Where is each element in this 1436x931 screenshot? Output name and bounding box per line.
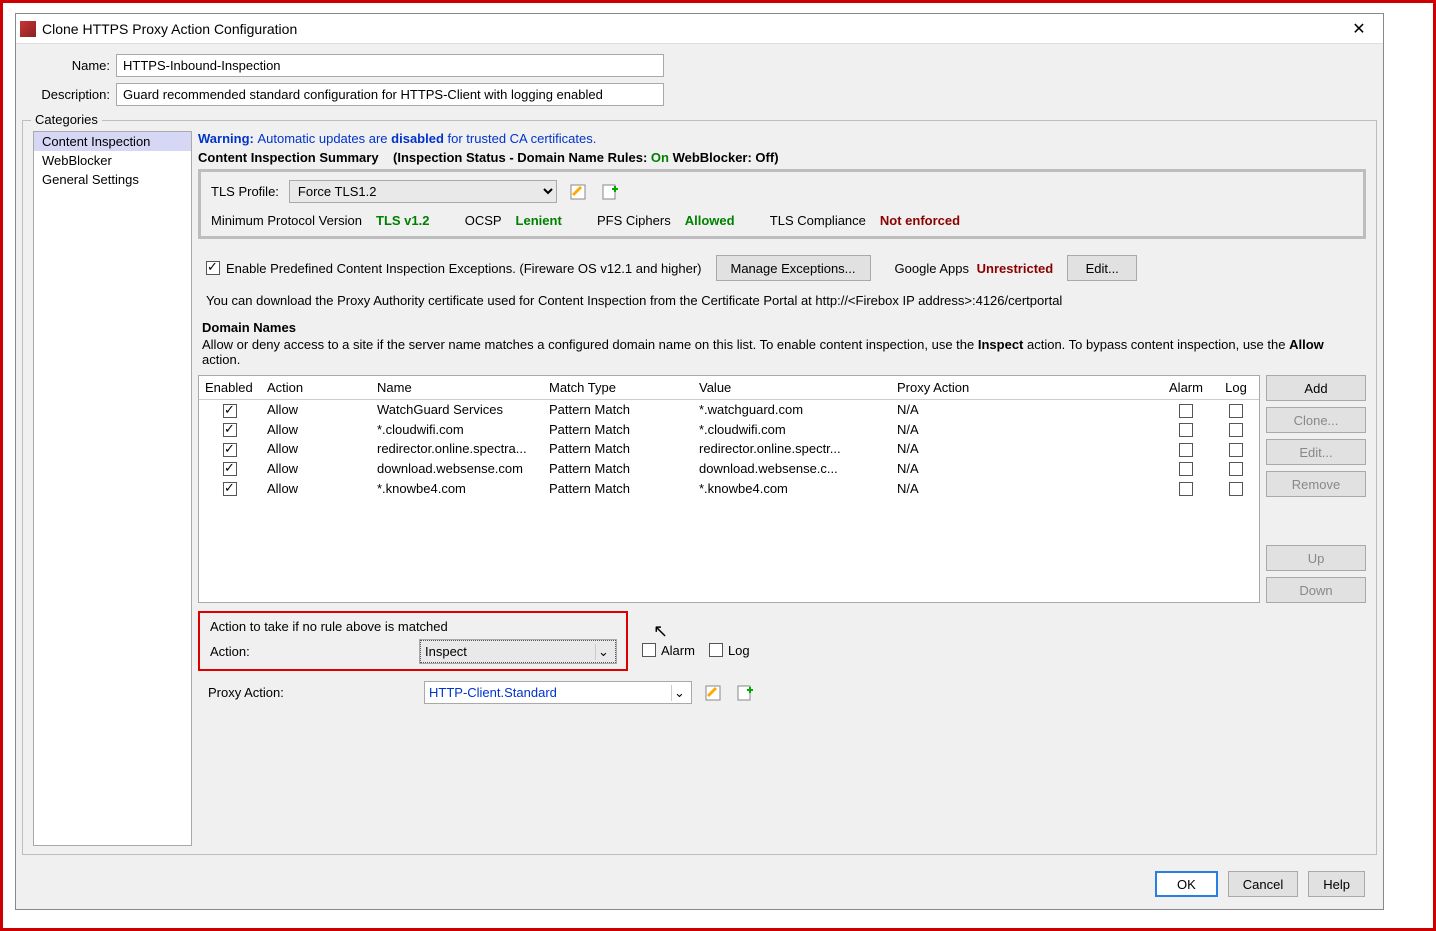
edit-google-button[interactable]: Edit...	[1067, 255, 1137, 281]
help-button[interactable]: Help	[1308, 871, 1365, 897]
categories-legend: Categories	[31, 112, 102, 127]
categories-list[interactable]: Content InspectionWebBlockerGeneral Sett…	[33, 131, 192, 846]
category-item[interactable]: General Settings	[34, 170, 191, 189]
checkbox-icon	[709, 643, 723, 657]
remove-button[interactable]: Remove	[1266, 471, 1366, 497]
checkbox-icon[interactable]	[1229, 404, 1243, 418]
tls-profile-select[interactable]: Force TLS1.2	[289, 180, 557, 203]
tls-profile-label: TLS Profile:	[211, 184, 279, 199]
col-proxy[interactable]: Proxy Action	[891, 376, 1159, 400]
down-button[interactable]: Down	[1266, 577, 1366, 603]
default-action-box: Action to take if no rule above is match…	[198, 611, 628, 671]
dialog-window: Clone HTTPS Proxy Action Configuration ✕…	[15, 13, 1384, 910]
checkbox-icon[interactable]	[223, 462, 237, 476]
add-icon[interactable]	[734, 682, 756, 704]
proxy-action-select[interactable]: HTTP-Client.Standard ⌄	[424, 681, 692, 704]
min-proto-label: Minimum Protocol Version	[211, 213, 362, 228]
col-log[interactable]: Log	[1213, 376, 1259, 400]
checkbox-icon[interactable]	[1179, 482, 1193, 496]
table-row[interactable]: Allow*.knowbe4.comPattern Match*.knowbe4…	[199, 478, 1259, 498]
checkbox-icon[interactable]	[223, 423, 237, 437]
google-apps-label: Google Apps	[895, 261, 969, 276]
titlebar: Clone HTTPS Proxy Action Configuration ✕	[16, 14, 1383, 44]
edit-button[interactable]: Edit...	[1266, 439, 1366, 465]
default-action-heading: Action to take if no rule above is match…	[210, 619, 616, 634]
checkbox-icon[interactable]	[1179, 423, 1193, 437]
checkbox-icon[interactable]	[1179, 443, 1193, 457]
table-row[interactable]: Allowredirector.online.spectra...Pattern…	[199, 439, 1259, 459]
default-action-select[interactable]: Inspect ⌄	[420, 640, 616, 663]
table-row[interactable]: Allow*.cloudwifi.comPattern Match*.cloud…	[199, 420, 1259, 440]
exceptions-row: Enable Predefined Content Inspection Exc…	[206, 255, 1366, 281]
pfs-value: Allowed	[685, 213, 735, 228]
checkbox-icon	[642, 643, 656, 657]
pfs-label: PFS Ciphers	[597, 213, 671, 228]
min-proto-value: TLS v1.2	[376, 213, 429, 228]
summary-line: Content Inspection Summary (Inspection S…	[198, 150, 1366, 165]
checkbox-icon	[206, 261, 220, 275]
category-item[interactable]: WebBlocker	[34, 151, 191, 170]
col-value[interactable]: Value	[693, 376, 891, 400]
up-button[interactable]: Up	[1266, 545, 1366, 571]
default-log-checkbox[interactable]: Log	[709, 643, 750, 658]
add-icon[interactable]	[599, 181, 621, 203]
edit-icon[interactable]	[702, 682, 724, 704]
window-title: Clone HTTPS Proxy Action Configuration	[42, 21, 297, 37]
domain-table-area: Enabled Action Name Match Type Value Pro…	[198, 375, 1366, 603]
checkbox-icon[interactable]	[1179, 462, 1193, 476]
warning-link[interactable]: Automatic updates are disabled for trust…	[257, 131, 596, 146]
ocsp-value: Lenient	[516, 213, 562, 228]
main-panel: Warning: Automatic updates are disabled …	[198, 131, 1366, 846]
tls-compliance-label: TLS Compliance	[770, 213, 866, 228]
enable-exceptions-checkbox[interactable]: Enable Predefined Content Inspection Exc…	[206, 261, 702, 276]
ocsp-label: OCSP	[465, 213, 502, 228]
col-name[interactable]: Name	[371, 376, 543, 400]
checkbox-icon[interactable]	[223, 482, 237, 496]
close-icon[interactable]: ✕	[1339, 19, 1379, 39]
checkbox-icon[interactable]	[1229, 462, 1243, 476]
clone-button[interactable]: Clone...	[1266, 407, 1366, 433]
edit-icon[interactable]	[567, 181, 589, 203]
app-icon	[20, 21, 36, 37]
chevron-down-icon: ⌄	[595, 644, 611, 660]
proxy-action-label: Proxy Action:	[208, 685, 414, 700]
table-side-buttons: Add Clone... Edit... Remove Up Down	[1266, 375, 1366, 603]
name-label: Name:	[30, 58, 116, 73]
top-form: Name: Description:	[16, 44, 1383, 120]
col-match[interactable]: Match Type	[543, 376, 693, 400]
ok-button[interactable]: OK	[1155, 871, 1218, 897]
google-apps-value: Unrestricted	[977, 261, 1054, 276]
table-row[interactable]: Allowdownload.websense.comPattern Matchd…	[199, 459, 1259, 479]
cancel-button[interactable]: Cancel	[1228, 871, 1298, 897]
categories-frame: Categories Content InspectionWebBlockerG…	[22, 120, 1377, 855]
checkbox-icon[interactable]	[223, 443, 237, 457]
chevron-down-icon: ⌄	[671, 685, 687, 701]
default-action-label: Action:	[210, 644, 410, 659]
name-input[interactable]	[116, 54, 664, 77]
domain-names-heading: Domain Names	[202, 320, 1366, 335]
checkbox-icon[interactable]	[1229, 423, 1243, 437]
tls-summary-box: TLS Profile: Force TLS1.2 Minimum Protoc…	[198, 169, 1366, 239]
table-row[interactable]: AllowWatchGuard ServicesPattern Match*.w…	[199, 400, 1259, 420]
category-item[interactable]: Content Inspection	[34, 132, 191, 151]
col-action[interactable]: Action	[261, 376, 371, 400]
add-button[interactable]: Add	[1266, 375, 1366, 401]
tls-compliance-value: Not enforced	[880, 213, 960, 228]
warning-prefix: Warning:	[198, 131, 257, 146]
manage-exceptions-button[interactable]: Manage Exceptions...	[716, 255, 871, 281]
description-label: Description:	[30, 87, 116, 102]
checkbox-icon[interactable]	[1229, 443, 1243, 457]
description-input[interactable]	[116, 83, 664, 106]
dialog-footer: OK Cancel Help	[16, 861, 1383, 909]
col-alarm[interactable]: Alarm	[1159, 376, 1213, 400]
checkbox-icon[interactable]	[223, 404, 237, 418]
default-alarm-checkbox[interactable]: Alarm	[642, 643, 695, 658]
domain-table[interactable]: Enabled Action Name Match Type Value Pro…	[198, 375, 1260, 603]
cert-portal-info: You can download the Proxy Authority cer…	[206, 293, 1366, 308]
col-enabled[interactable]: Enabled	[199, 376, 261, 400]
warning-line: Warning: Automatic updates are disabled …	[198, 131, 1366, 146]
checkbox-icon[interactable]	[1229, 482, 1243, 496]
checkbox-icon[interactable]	[1179, 404, 1193, 418]
domain-names-desc: Allow or deny access to a site if the se…	[202, 337, 1362, 367]
